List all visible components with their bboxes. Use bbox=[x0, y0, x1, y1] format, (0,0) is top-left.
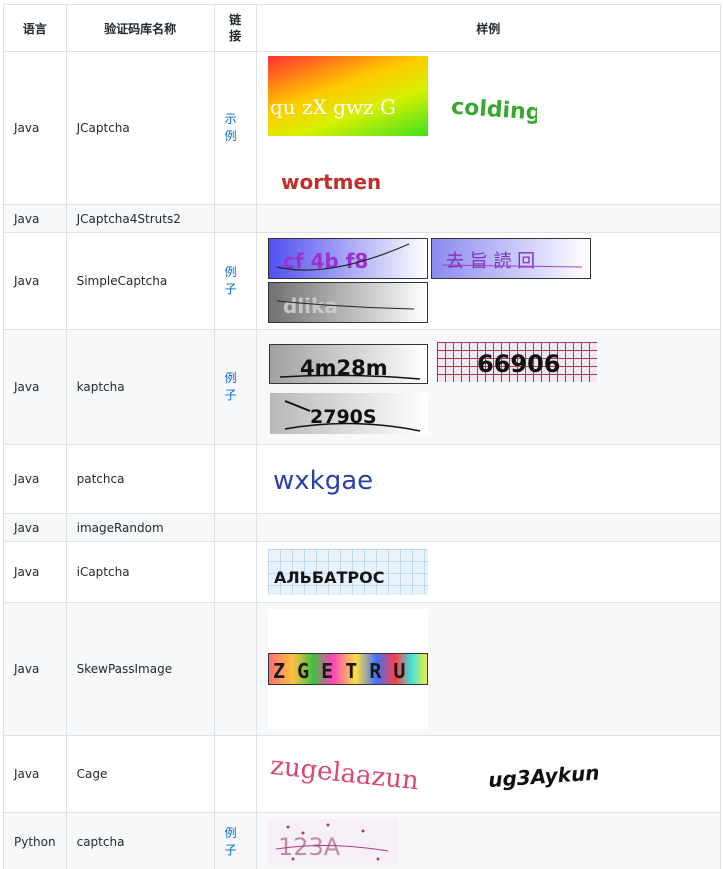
header-name: 验证码库名称 bbox=[65, 4, 215, 52]
cell-name: patchca bbox=[65, 444, 215, 514]
cell-lang: Java bbox=[3, 204, 67, 233]
cell-name: Cage bbox=[65, 735, 215, 813]
cell-link bbox=[213, 444, 257, 514]
cyrillic-captcha-image: АЛЬБАТРОС bbox=[267, 549, 428, 595]
table-row: Java SkewPassImage Z G E T R U bbox=[3, 602, 722, 736]
cell-sample bbox=[255, 204, 722, 233]
cell-link: 示例 bbox=[213, 51, 257, 205]
page: 语言 验证码库名称 链接 样例 Java JCaptcha 示例 qu zX g… bbox=[0, 0, 723, 869]
captcha-text: dlika bbox=[283, 294, 338, 318]
header-lang: 语言 bbox=[3, 4, 67, 52]
cell-name: JCaptcha bbox=[65, 51, 215, 205]
cell-sample: АЛЬБАТРОС bbox=[255, 541, 722, 603]
captcha-text: qu zX gwz G bbox=[270, 95, 396, 119]
captcha-text: zugelaazun bbox=[268, 751, 420, 796]
captcha-text: colding bbox=[450, 94, 537, 125]
example-link[interactable]: 例子 bbox=[225, 825, 239, 859]
cell-sample: 4m28m 66906 2790S bbox=[255, 329, 722, 445]
table-row: Java JCaptcha4Struts2 bbox=[3, 204, 722, 233]
table-row: Java patchca wxkgae bbox=[3, 444, 722, 514]
cell-link bbox=[213, 204, 257, 233]
example-link[interactable]: 例子 bbox=[225, 370, 239, 404]
captcha-text: Z G E T R U bbox=[273, 659, 405, 683]
cell-lang: Java bbox=[3, 232, 67, 330]
cell-name: kaptcha bbox=[65, 329, 215, 445]
cell-sample: Z G E T R U bbox=[255, 602, 722, 736]
cell-name: captcha bbox=[65, 812, 215, 869]
cell-sample: qu zX gwz G colding wortmen bbox=[255, 51, 722, 205]
header-link: 链接 bbox=[213, 4, 257, 52]
table-row: Java imageRandom bbox=[3, 513, 722, 542]
captcha-text: ug3Aykun bbox=[487, 760, 600, 792]
header-link-label: 链接 bbox=[229, 13, 242, 43]
cell-lang: Java bbox=[3, 444, 67, 514]
cell-lang: Java bbox=[3, 541, 67, 603]
table-row: Python captcha 例子 123A bbox=[3, 812, 722, 869]
blue-wave-captcha-image: wxkgae bbox=[271, 457, 401, 502]
table-header-row: 语言 验证码库名称 链接 样例 bbox=[3, 4, 722, 52]
gradient-captcha-image: qu zX gwz G bbox=[267, 55, 428, 136]
captcha-text: wxkgae bbox=[273, 466, 373, 496]
example-link[interactable]: 示例 bbox=[225, 111, 239, 145]
cell-link bbox=[213, 735, 257, 813]
cell-lang: Java bbox=[3, 602, 67, 736]
cell-name: iCaptcha bbox=[65, 541, 215, 603]
example-link[interactable]: 例子 bbox=[225, 264, 239, 298]
header-sample: 样例 bbox=[255, 4, 722, 52]
cell-link bbox=[213, 602, 257, 736]
cell-lang: Java bbox=[3, 329, 67, 445]
green-distorted-captcha-image: colding bbox=[447, 86, 537, 131]
cell-link bbox=[213, 541, 257, 603]
cell-lang: Python bbox=[3, 812, 67, 869]
cell-name: SkewPassImage bbox=[65, 602, 215, 736]
captcha-text: 66906 bbox=[477, 350, 561, 378]
captcha-text: АЛЬБАТРОС bbox=[274, 568, 384, 587]
cell-sample: 123A bbox=[255, 812, 722, 869]
cell-sample: cf 4b f8 去 旨 読 回 dlika bbox=[255, 232, 722, 330]
pink-cage-captcha-image: zugelaazun bbox=[268, 742, 428, 806]
cell-name: JCaptcha4Struts2 bbox=[65, 204, 215, 233]
cell-link: 例子 bbox=[213, 812, 257, 869]
table-row: Java JCaptcha 示例 qu zX gwz G colding wor… bbox=[3, 51, 722, 205]
cell-link: 例子 bbox=[213, 232, 257, 330]
black-cage-captcha-image: ug3Aykun bbox=[482, 748, 657, 798]
purple-gradient-captcha-image: cf 4b f8 bbox=[267, 238, 428, 279]
cell-lang: Java bbox=[3, 51, 67, 205]
red-distorted-captcha-image: wortmen bbox=[277, 164, 407, 199]
table-row: Java kaptcha 例子 4m28m 66906 2790S bbox=[3, 329, 722, 445]
dotted-captcha-image: 123A bbox=[267, 818, 398, 865]
cell-name: imageRandom bbox=[65, 513, 215, 542]
grid-captcha-image: 66906 bbox=[436, 341, 597, 382]
cell-link bbox=[213, 513, 257, 542]
table-row: Java iCaptcha АЛЬБАТРОС bbox=[3, 541, 722, 603]
gray-gradient-captcha-image: dlika bbox=[267, 282, 428, 323]
blurred-captcha-image: 2790S bbox=[269, 392, 428, 434]
cell-sample bbox=[255, 513, 722, 542]
colorful-blocks-captcha-image: Z G E T R U bbox=[267, 653, 428, 685]
chinese-char-captcha-image: 去 旨 読 回 bbox=[430, 238, 591, 279]
kaptcha-captcha-image: 4m28m bbox=[268, 343, 428, 384]
cell-sample: zugelaazun ug3Aykun bbox=[255, 735, 722, 813]
captcha-text: wortmen bbox=[281, 170, 381, 194]
table-row: Java SimpleCaptcha 例子 cf 4b f8 去 旨 読 回 d… bbox=[3, 232, 722, 330]
cell-name: SimpleCaptcha bbox=[65, 232, 215, 330]
captcha-text: 去 旨 読 回 bbox=[446, 251, 535, 272]
cell-sample: wxkgae bbox=[255, 444, 722, 514]
cell-lang: Java bbox=[3, 735, 67, 813]
cell-lang: Java bbox=[3, 513, 67, 542]
captcha-library-table: 语言 验证码库名称 链接 样例 Java JCaptcha 示例 qu zX g… bbox=[3, 4, 722, 869]
cell-link: 例子 bbox=[213, 329, 257, 445]
table-row: Java Cage zugelaazun ug3Aykun bbox=[3, 735, 722, 813]
